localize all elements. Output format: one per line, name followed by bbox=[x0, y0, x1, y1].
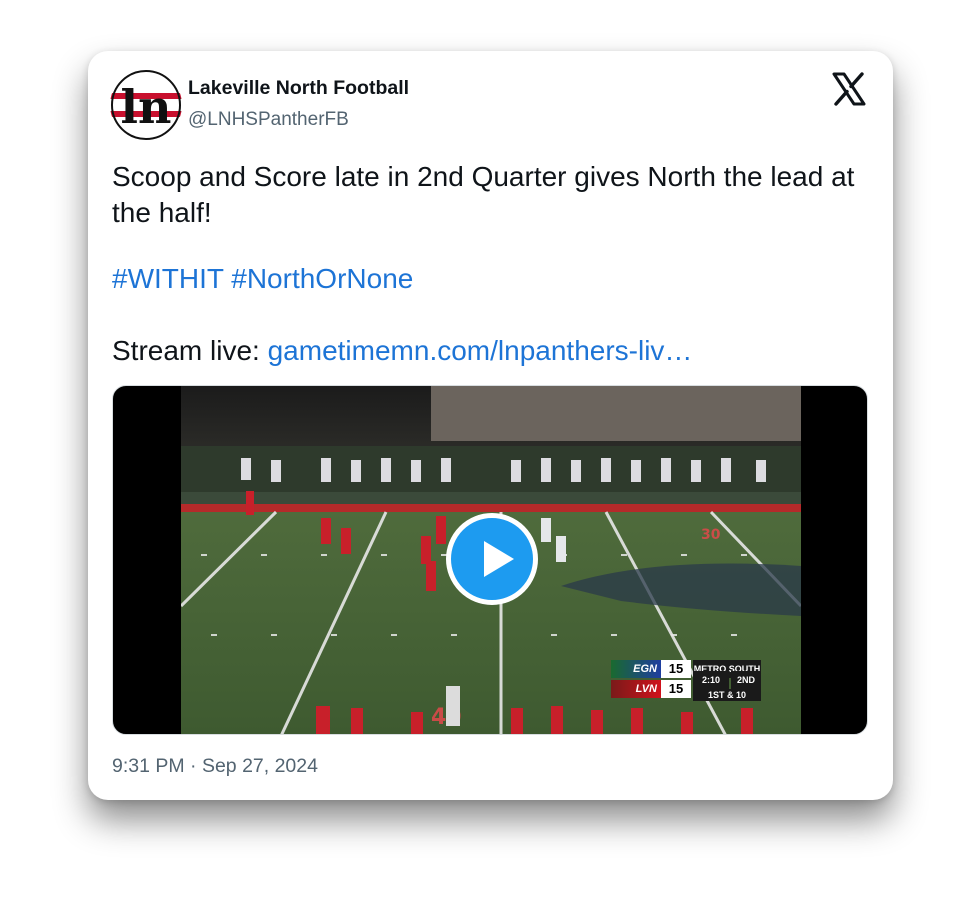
play-button[interactable] bbox=[446, 513, 538, 605]
hashtag-northornone[interactable]: #NorthOrNone bbox=[231, 263, 413, 294]
scoreboard-down: 1ST & 10 bbox=[693, 689, 761, 701]
x-logo-icon[interactable] bbox=[831, 71, 867, 107]
svg-text:ln: ln bbox=[121, 80, 172, 134]
author-name[interactable]: Lakeville North Football bbox=[188, 77, 409, 100]
author-handle[interactable]: @LNHSPantherFB bbox=[188, 109, 349, 131]
scoreboard: EGN 15 METRO SOUTH LVN 15 2:10 2ND 1ST &… bbox=[603, 659, 763, 701]
scoreboard-clock: 2:10 bbox=[693, 671, 729, 689]
play-icon bbox=[484, 541, 514, 577]
tweet-card: ln Lakeville North Football @LNHSPanther… bbox=[88, 51, 893, 800]
scoreboard-away-team: EGN bbox=[611, 660, 661, 678]
stream-line: Stream live: gametimemn.com/lnpanthers-l… bbox=[112, 333, 692, 369]
stream-link[interactable]: gametimemn.com/lnpanthers-liv… bbox=[268, 335, 693, 366]
hashtag-withit[interactable]: #WITHIT bbox=[112, 263, 223, 294]
hashtags: #WITHIT #NorthOrNone bbox=[112, 261, 413, 297]
stream-label: Stream live: bbox=[112, 335, 260, 366]
lakeville-north-logo-icon: ln bbox=[110, 70, 182, 140]
scoreboard-home-score: 15 bbox=[661, 680, 691, 698]
video-player[interactable]: 30 40 bbox=[112, 385, 868, 735]
tweet-body: Scoop and Score late in 2nd Quarter give… bbox=[112, 161, 855, 228]
tweet-timestamp[interactable]: 9:31 PM · Sep 27, 2024 bbox=[112, 755, 318, 778]
svg-text:30: 30 bbox=[701, 527, 721, 543]
scoreboard-home-row: LVN 15 2:10 2ND 1ST & 10 bbox=[603, 671, 763, 701]
avatar[interactable]: ln bbox=[110, 69, 182, 141]
tweet-text: Scoop and Score late in 2nd Quarter give… bbox=[112, 159, 872, 231]
scoreboard-quarter: 2ND bbox=[731, 671, 761, 689]
scoreboard-away-score: 15 bbox=[661, 660, 691, 678]
scoreboard-home-team: LVN bbox=[611, 680, 661, 698]
